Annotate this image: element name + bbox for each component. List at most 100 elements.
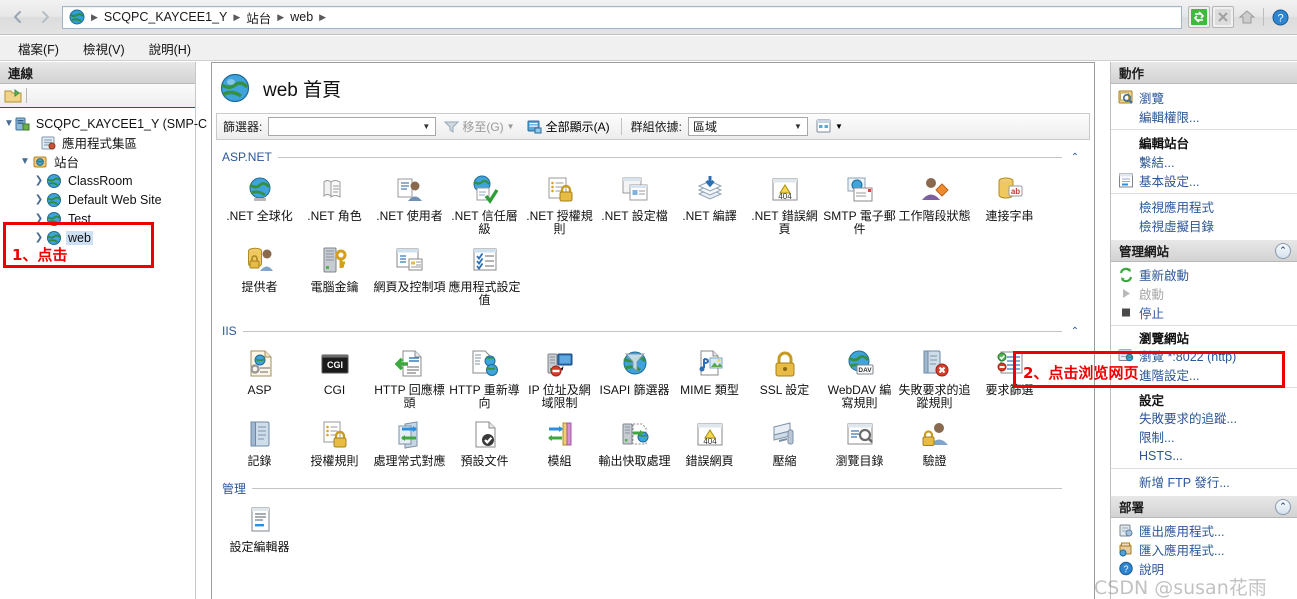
chevron-right-icon[interactable]: ❯ <box>32 232 46 243</box>
chevron-right-icon[interactable]: ❯ <box>32 213 46 224</box>
chevron-down-icon[interactable]: ▼ <box>791 122 805 131</box>
tile-pages-and-controls[interactable]: 網頁及控制項 <box>372 242 447 313</box>
funnel-icon <box>444 121 460 133</box>
action-failed-request-tracing[interactable]: 失敗要求的追蹤... <box>1111 408 1297 427</box>
tree-node-default-web-site[interactable]: ❯ Default Web Site <box>4 190 195 209</box>
action-basic-settings[interactable]: 基本設定... <box>1111 171 1297 190</box>
chevron-down-icon[interactable]: ▼ <box>507 122 515 131</box>
chevron-down-icon[interactable]: ▼ <box>18 156 32 167</box>
tile-application-settings[interactable]: 應用程式設定值 <box>447 242 522 313</box>
tree-node-classroom[interactable]: ❯ ClassRoom <box>4 171 195 190</box>
tile-label: SSL 設定 <box>759 383 810 397</box>
action-start[interactable]: 啟動 <box>1111 284 1297 303</box>
tile-http-response-headers[interactable]: HTTP 回應標頭 <box>372 345 447 416</box>
tile-mime-types[interactable]: MIME 類型 <box>672 345 747 416</box>
action-limits[interactable]: 限制... <box>1111 427 1297 446</box>
tree-node-sites[interactable]: ▼ 站台 <box>4 152 195 171</box>
goto-button[interactable]: 移至(G) ▼ <box>440 117 518 136</box>
isapi-filters-icon <box>618 347 652 381</box>
action-hsts[interactable]: HSTS... <box>1111 446 1297 465</box>
tree-node-test[interactable]: ❯ Test <box>4 209 195 228</box>
action-import-application[interactable]: 匯入應用程式... <box>1111 540 1297 559</box>
tile-error-pages[interactable]: 404 錯誤網頁 <box>672 416 747 474</box>
breadcrumb[interactable]: ▶ SCQPC_KAYCEE1_Y ▶ 站台 ▶ web ▶ <box>62 5 1182 29</box>
tile-net-globalization[interactable]: .NET 全球化 <box>222 171 297 242</box>
tile-authentication[interactable]: 驗證 <box>897 416 972 474</box>
breadcrumb-item-web[interactable]: web <box>287 9 316 25</box>
tile-failed-request-tracing-rules[interactable]: 失敗要求的追蹤規則 <box>897 345 972 416</box>
tile-net-profile[interactable]: .NET 設定檔 <box>597 171 672 242</box>
refresh-icon[interactable] <box>1188 6 1210 28</box>
action-add-ftp-publishing[interactable]: 新增 FTP 發行... <box>1111 472 1297 491</box>
back-button[interactable] <box>5 5 31 29</box>
collapse-icon[interactable]: ⌃ <box>1275 242 1291 259</box>
view-mode-button[interactable]: ▼ <box>812 118 847 135</box>
tile-asp[interactable]: ASP <box>222 345 297 416</box>
menu-help[interactable]: 說明(H) <box>139 36 201 61</box>
chevron-right-icon[interactable]: ❯ <box>32 194 46 205</box>
chevron-up-icon[interactable]: ⌃ <box>1068 326 1082 337</box>
action-edit-permissions[interactable]: 編輯權限... <box>1111 107 1297 126</box>
tile-configuration-editor[interactable]: 設定編輯器 <box>222 502 297 560</box>
tile-net-users[interactable]: .NET 使用者 <box>372 171 447 242</box>
tile-logging[interactable]: 記錄 <box>222 416 297 474</box>
chevron-up-icon[interactable]: ⌃ <box>1068 152 1082 163</box>
action-browse-site-8022[interactable]: 瀏覽 *:8022 (http) <box>1111 346 1297 365</box>
action-browse[interactable]: 瀏覽 <box>1111 88 1297 107</box>
tile-machine-key[interactable]: 電腦金鑰 <box>297 242 372 313</box>
chevron-down-icon[interactable]: ▼ <box>4 118 14 129</box>
chevron-down-icon[interactable]: ▼ <box>835 122 843 131</box>
forward-button[interactable] <box>32 5 58 29</box>
session-state-icon <box>918 173 952 207</box>
menu-view[interactable]: 檢視(V) <box>73 36 135 61</box>
action-view-virtual-directories[interactable]: 檢視虛擬目錄 <box>1111 216 1297 235</box>
tile-net-authorization-rules[interactable]: .NET 授權規則 <box>522 171 597 242</box>
tile-ip-address-domain-restrictions[interactable]: IP 位址及網域限制 <box>522 345 597 416</box>
tile-modules[interactable]: 模組 <box>522 416 597 474</box>
tile-authorization-rules[interactable]: 授權規則 <box>297 416 372 474</box>
tile-handler-mappings[interactable]: 處理常式對應 <box>372 416 447 474</box>
action-export-application[interactable]: 匯出應用程式... <box>1111 521 1297 540</box>
tile-webdav-authoring-rules[interactable]: DAV WebDAV 編寫規則 <box>822 345 897 416</box>
tile-output-caching[interactable]: 輸出快取處理 <box>597 416 672 474</box>
action-bindings[interactable]: 繫結... <box>1111 152 1297 171</box>
action-stop[interactable]: 停止 <box>1111 303 1297 322</box>
action-restart[interactable]: 重新啟動 <box>1111 265 1297 284</box>
tree-node-app-pools[interactable]: 應用程式集區 <box>4 133 195 152</box>
group-rule <box>277 156 1062 158</box>
menu-file[interactable]: 檔案(F) <box>8 36 69 61</box>
settings-title: 設定 <box>1139 394 1165 408</box>
collapse-icon[interactable]: ⌃ <box>1275 498 1291 515</box>
group-title: ASP.NET <box>222 150 272 164</box>
tile-compression[interactable]: 壓縮 <box>747 416 822 474</box>
tile-net-roles[interactable]: .NET 角色 <box>297 171 372 242</box>
tile-label: HTTP 重新導向 <box>449 383 520 410</box>
tile-default-document[interactable]: 預設文件 <box>447 416 522 474</box>
tile-isapi-filters[interactable]: ISAPI 篩選器 <box>597 345 672 416</box>
action-advanced-settings[interactable]: 進階設定... <box>1111 365 1297 384</box>
tile-session-state[interactable]: 工作階段狀態 <box>897 171 972 242</box>
action-view-applications[interactable]: 檢視應用程式 <box>1111 197 1297 216</box>
tile-net-error-pages[interactable]: 404 .NET 錯誤網頁 <box>747 171 822 242</box>
tile-directory-browsing[interactable]: 瀏覽目錄 <box>822 416 897 474</box>
tile-ssl-settings[interactable]: SSL 設定 <box>747 345 822 416</box>
tile-providers[interactable]: 提供者 <box>222 242 297 313</box>
chevron-right-icon[interactable]: ❯ <box>32 175 46 186</box>
tile-cgi[interactable]: CGI CGI <box>297 345 372 416</box>
group-by-select[interactable]: 區域 ▼ <box>687 117 808 136</box>
filter-input[interactable]: ▼ <box>268 117 437 136</box>
breadcrumb-item-server[interactable]: SCQPC_KAYCEE1_Y <box>101 9 230 25</box>
add-connection-icon[interactable] <box>4 87 22 104</box>
breadcrumb-item-sites[interactable]: 站台 <box>243 7 274 28</box>
show-all-button[interactable]: 全部顯示(A) <box>523 117 614 136</box>
chevron-down-icon[interactable]: ▼ <box>419 122 433 131</box>
close-icon[interactable] <box>1212 6 1234 28</box>
tile-connection-strings[interactable]: ab 連接字串 <box>972 171 1047 242</box>
tile-smtp-email[interactable]: SMTP 電子郵件 <box>822 171 897 242</box>
tile-http-redirect[interactable]: HTTP 重新導向 <box>447 345 522 416</box>
tree-node-server[interactable]: ▼ SCQPC_KAYCEE1_Y (SMP-C <box>4 114 207 133</box>
help-icon[interactable]: ? <box>1269 6 1291 28</box>
tile-net-trust-levels[interactable]: .NET 信任層級 <box>447 171 522 242</box>
home-icon[interactable] <box>1236 6 1258 28</box>
tile-net-compilation[interactable]: .NET 編譯 <box>672 171 747 242</box>
